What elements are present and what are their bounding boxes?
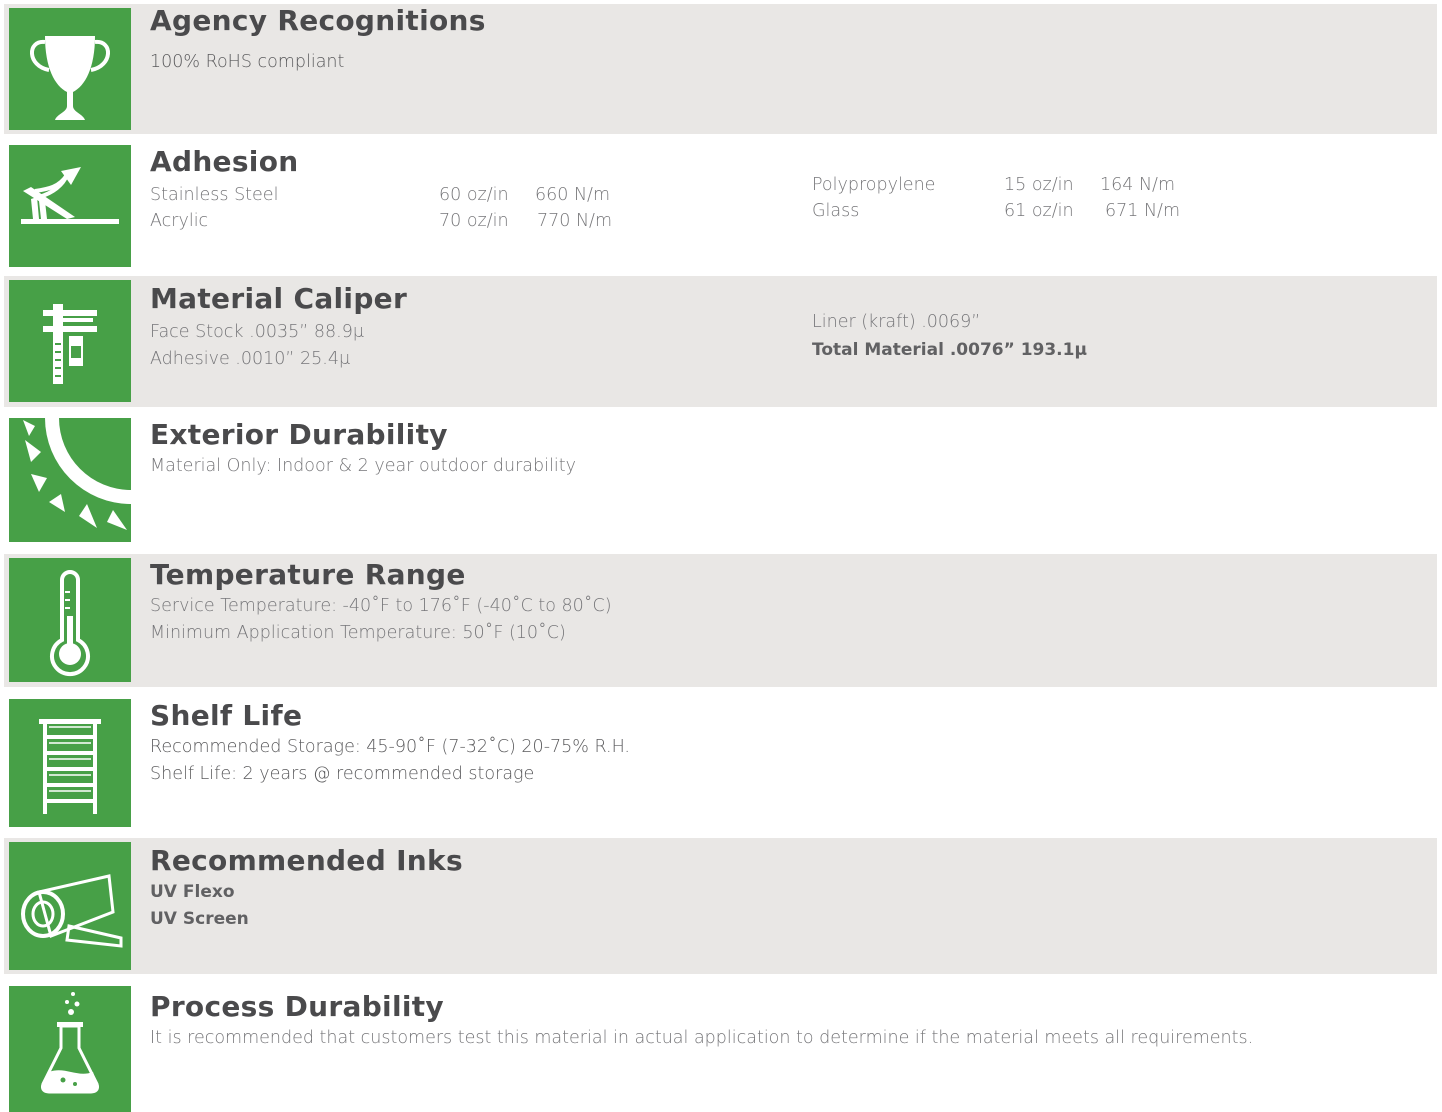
flask-icon [9, 986, 131, 1112]
section-title: Exterior Durability [150, 418, 448, 451]
roll-icon [9, 842, 131, 970]
section-title: Shelf Life [150, 699, 303, 732]
trophy-icon [9, 8, 131, 130]
adhesion-material: Glass [812, 201, 860, 221]
section-material-caliper: Material Caliper Face Stock .0035” 88.9μ… [4, 276, 1437, 407]
adhesion-nm: 660 N/m [535, 185, 610, 205]
caliper-total: Total Material .0076” 193.1μ [812, 340, 1087, 360]
caliper-icon [9, 280, 131, 402]
thermometer-icon [9, 558, 131, 682]
inks-line-1: UV Flexo [150, 882, 235, 902]
section-agency-recognitions: Agency Recognitions 100% RoHS compliant [4, 4, 1437, 134]
section-shelf-life: Shelf Life Recommended Storage: 45-90˚F … [4, 695, 1437, 830]
section-exterior-durability: Exterior Durability Material Only: Indoo… [4, 414, 1437, 547]
exterior-line-1: Material Only: Indoor & 2 year outdoor d… [150, 456, 576, 476]
caliper-line-3: Liner (kraft) .0069” [812, 312, 981, 332]
adhesion-nm: 671 N/m [1105, 201, 1180, 221]
adhesion-material: Stainless Steel [150, 185, 279, 205]
section-title: Process Durability [150, 990, 444, 1023]
shelf-line-1: Recommended Storage: 45-90˚F (7-32˚C) 20… [150, 737, 630, 757]
section-title: Recommended Inks [150, 844, 463, 877]
section-process-durability: Process Durability It is recommended tha… [4, 982, 1437, 1112]
adhesion-icon [9, 145, 131, 267]
adhesion-oz: 70 oz/in [439, 211, 509, 231]
section-adhesion: Adhesion Stainless Steel 60 oz/in 660 N/… [4, 141, 1437, 270]
adhesion-material: Acrylic [150, 211, 209, 231]
shelf-icon [9, 699, 131, 827]
temperature-line-1: Service Temperature: -40˚F to 176˚F (-40… [150, 596, 612, 616]
temperature-line-2: Minimum Application Temperature: 50˚F (1… [150, 623, 566, 643]
adhesion-oz: 61 oz/in [1004, 201, 1074, 221]
shelf-line-2: Shelf Life: 2 years @ recommended storag… [150, 764, 535, 784]
adhesion-material: Polypropylene [812, 175, 936, 195]
adhesion-nm: 164 N/m [1100, 175, 1175, 195]
section-title: Adhesion [150, 145, 299, 178]
sun-icon [9, 418, 131, 542]
agency-line-1: 100% RoHS compliant [150, 52, 345, 72]
caliper-line-1: Face Stock .0035” 88.9μ [150, 322, 364, 342]
process-line-1: It is recommended that customers test th… [150, 1028, 1254, 1048]
section-temperature-range: Temperature Range Service Temperature: -… [4, 554, 1437, 687]
adhesion-nm: 770 N/m [537, 211, 612, 231]
caliper-line-2: Adhesive .0010” 25.4μ [150, 349, 351, 369]
adhesion-oz: 60 oz/in [439, 185, 509, 205]
section-title: Temperature Range [150, 558, 466, 591]
section-title: Agency Recognitions [150, 4, 486, 37]
section-recommended-inks: Recommended Inks UV Flexo UV Screen [4, 838, 1437, 974]
section-title: Material Caliper [150, 282, 408, 315]
inks-line-2: UV Screen [150, 909, 249, 929]
adhesion-oz: 15 oz/in [1004, 175, 1074, 195]
